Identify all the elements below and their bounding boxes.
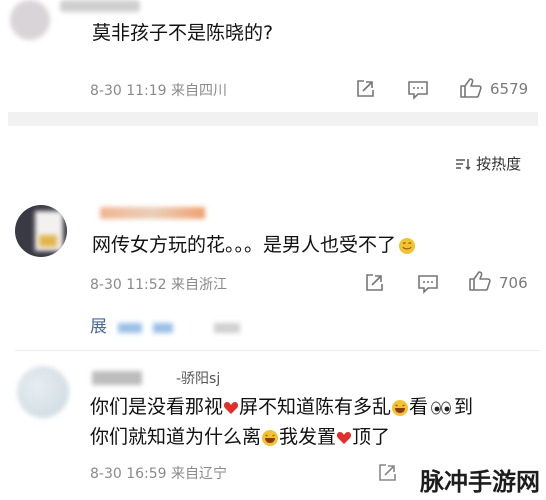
comment-text-line-2: 你们就知道为什么离 我发置 顶了 — [90, 426, 391, 448]
username[interactable] — [100, 207, 205, 219]
heart-emoji — [223, 400, 239, 416]
comment-meta: 8-30 11:52 来自浙江 — [90, 274, 227, 294]
comment-icon[interactable] — [407, 80, 429, 100]
heart-emoji — [336, 430, 352, 446]
comment-time: 11:19 — [126, 83, 167, 99]
comment-meta: 8-30 16:59 来自辽宁 — [90, 463, 227, 483]
share-icon[interactable] — [364, 273, 384, 293]
laugh-emoji — [261, 429, 279, 447]
username-blur — [92, 371, 142, 385]
avatar[interactable] — [17, 366, 69, 418]
avatar[interactable] — [10, 0, 50, 40]
eyes-emoji — [430, 401, 452, 415]
comment-date: 8-30 — [90, 466, 122, 482]
comment-meta: 8-30 11:19 来自四川 — [90, 80, 227, 100]
expand-label: 展 — [90, 317, 107, 337]
sort-label: 按热度 — [476, 155, 522, 173]
expand-replies[interactable]: 展 — [90, 312, 241, 337]
comment-date: 8-30 — [90, 277, 122, 293]
comment-icon[interactable] — [417, 274, 439, 294]
comment-text: 莫非孩子不是陈晓的? — [92, 22, 274, 44]
like-icon[interactable] — [459, 77, 483, 99]
comment-location: 来自浙江 — [171, 277, 228, 293]
like-icon[interactable] — [468, 270, 492, 292]
avatar[interactable] — [15, 205, 67, 257]
comment-text-line-1: 你们是没看那视 屏不知道陈有多乱看到 — [90, 396, 474, 418]
section-separator — [8, 112, 538, 126]
comment-location: 来自辽宁 — [171, 466, 228, 482]
divider — [15, 350, 540, 351]
comment-text: 网传女方玩的花。。。是男人也受不了 — [92, 230, 416, 260]
like-count: 706 — [499, 274, 528, 292]
share-icon[interactable] — [355, 79, 375, 99]
username[interactable] — [60, 0, 140, 12]
comment-date: 8-30 — [90, 83, 122, 99]
sort-button[interactable]: 按热度 — [455, 153, 521, 174]
comment-time: 16:59 — [126, 466, 167, 482]
smile-emoji — [398, 237, 416, 255]
share-icon[interactable] — [377, 463, 397, 483]
sort-icon — [455, 155, 471, 173]
username[interactable]: -骄阳sj — [176, 368, 220, 388]
watermark: 脉冲手游网 — [418, 462, 542, 497]
like-count: 6579 — [490, 80, 529, 98]
comment-time: 11:52 — [126, 277, 167, 293]
comment-location: 来自四川 — [171, 83, 228, 99]
laugh-emoji — [391, 399, 409, 417]
